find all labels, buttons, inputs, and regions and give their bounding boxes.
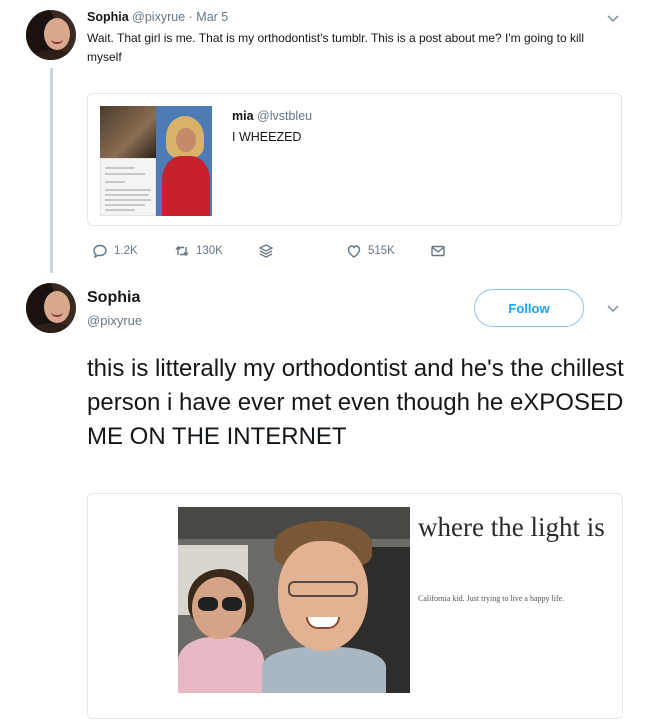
stack-icon: [258, 244, 274, 258]
author-handle[interactable]: @pixyrue: [132, 10, 185, 24]
quoted-author-handle[interactable]: @lvstbleu: [257, 109, 312, 123]
like-button[interactable]: 515K: [346, 242, 395, 260]
tweet-text: Wait. That girl is me. That is my orthod…: [87, 31, 585, 64]
card-photo[interactable]: [178, 507, 410, 693]
tweet-text: this is litterally my orthodontist and h…: [87, 355, 624, 450]
reply-count: 1.2K: [114, 245, 138, 257]
avatar[interactable]: [26, 10, 76, 60]
chevron-down-icon[interactable]: [605, 300, 621, 316]
tweet-date[interactable]: Mar 5: [196, 10, 228, 24]
envelope-icon: [431, 245, 445, 257]
card-blog-subtitle: California kid. Just trying to live a ha…: [418, 594, 565, 603]
message-button[interactable]: [430, 242, 452, 260]
stack-button[interactable]: [258, 242, 280, 260]
avatar[interactable]: [26, 283, 76, 333]
quoted-photo-document: [100, 158, 156, 216]
author-name[interactable]: Sophia: [87, 10, 129, 24]
retweet-count: 130K: [196, 245, 223, 257]
avatar-face: [44, 18, 70, 50]
quoted-author-name[interactable]: mia: [232, 109, 254, 123]
follow-button[interactable]: Follow: [474, 289, 584, 327]
thread-line: [50, 68, 53, 273]
chevron-down-icon[interactable]: [605, 10, 621, 26]
heart-icon: [347, 245, 361, 258]
retweet-icon: [175, 245, 189, 257]
author-name[interactable]: Sophia: [87, 289, 140, 307]
like-count: 515K: [368, 245, 395, 257]
media-card[interactable]: where the light is California kid. Just …: [87, 493, 623, 719]
avatar-shoulder: [30, 50, 76, 60]
retweet-button[interactable]: 130K: [174, 242, 223, 260]
avatar-shoulder: [30, 323, 76, 333]
avatar-face: [44, 291, 70, 323]
quoted-photo-left: [100, 106, 156, 158]
author-handle[interactable]: @pixyrue: [87, 313, 142, 328]
reply-icon: [93, 244, 107, 259]
quoted-photo-right: [156, 106, 212, 216]
quoted-tweet-text: I WHEEZED: [232, 130, 302, 144]
card-blog-title: where the light is: [418, 512, 605, 542]
quoted-tweet-header: mia @lvstbleu: [232, 109, 312, 123]
quoted-tweet[interactable]: mia @lvstbleu I WHEEZED: [87, 93, 622, 226]
reply-button[interactable]: 1.2K: [92, 242, 138, 260]
separator: ·: [188, 10, 193, 24]
quoted-tweet-image[interactable]: [100, 106, 212, 216]
tweet-header: Sophia @pixyrue · Mar 5: [87, 10, 228, 24]
